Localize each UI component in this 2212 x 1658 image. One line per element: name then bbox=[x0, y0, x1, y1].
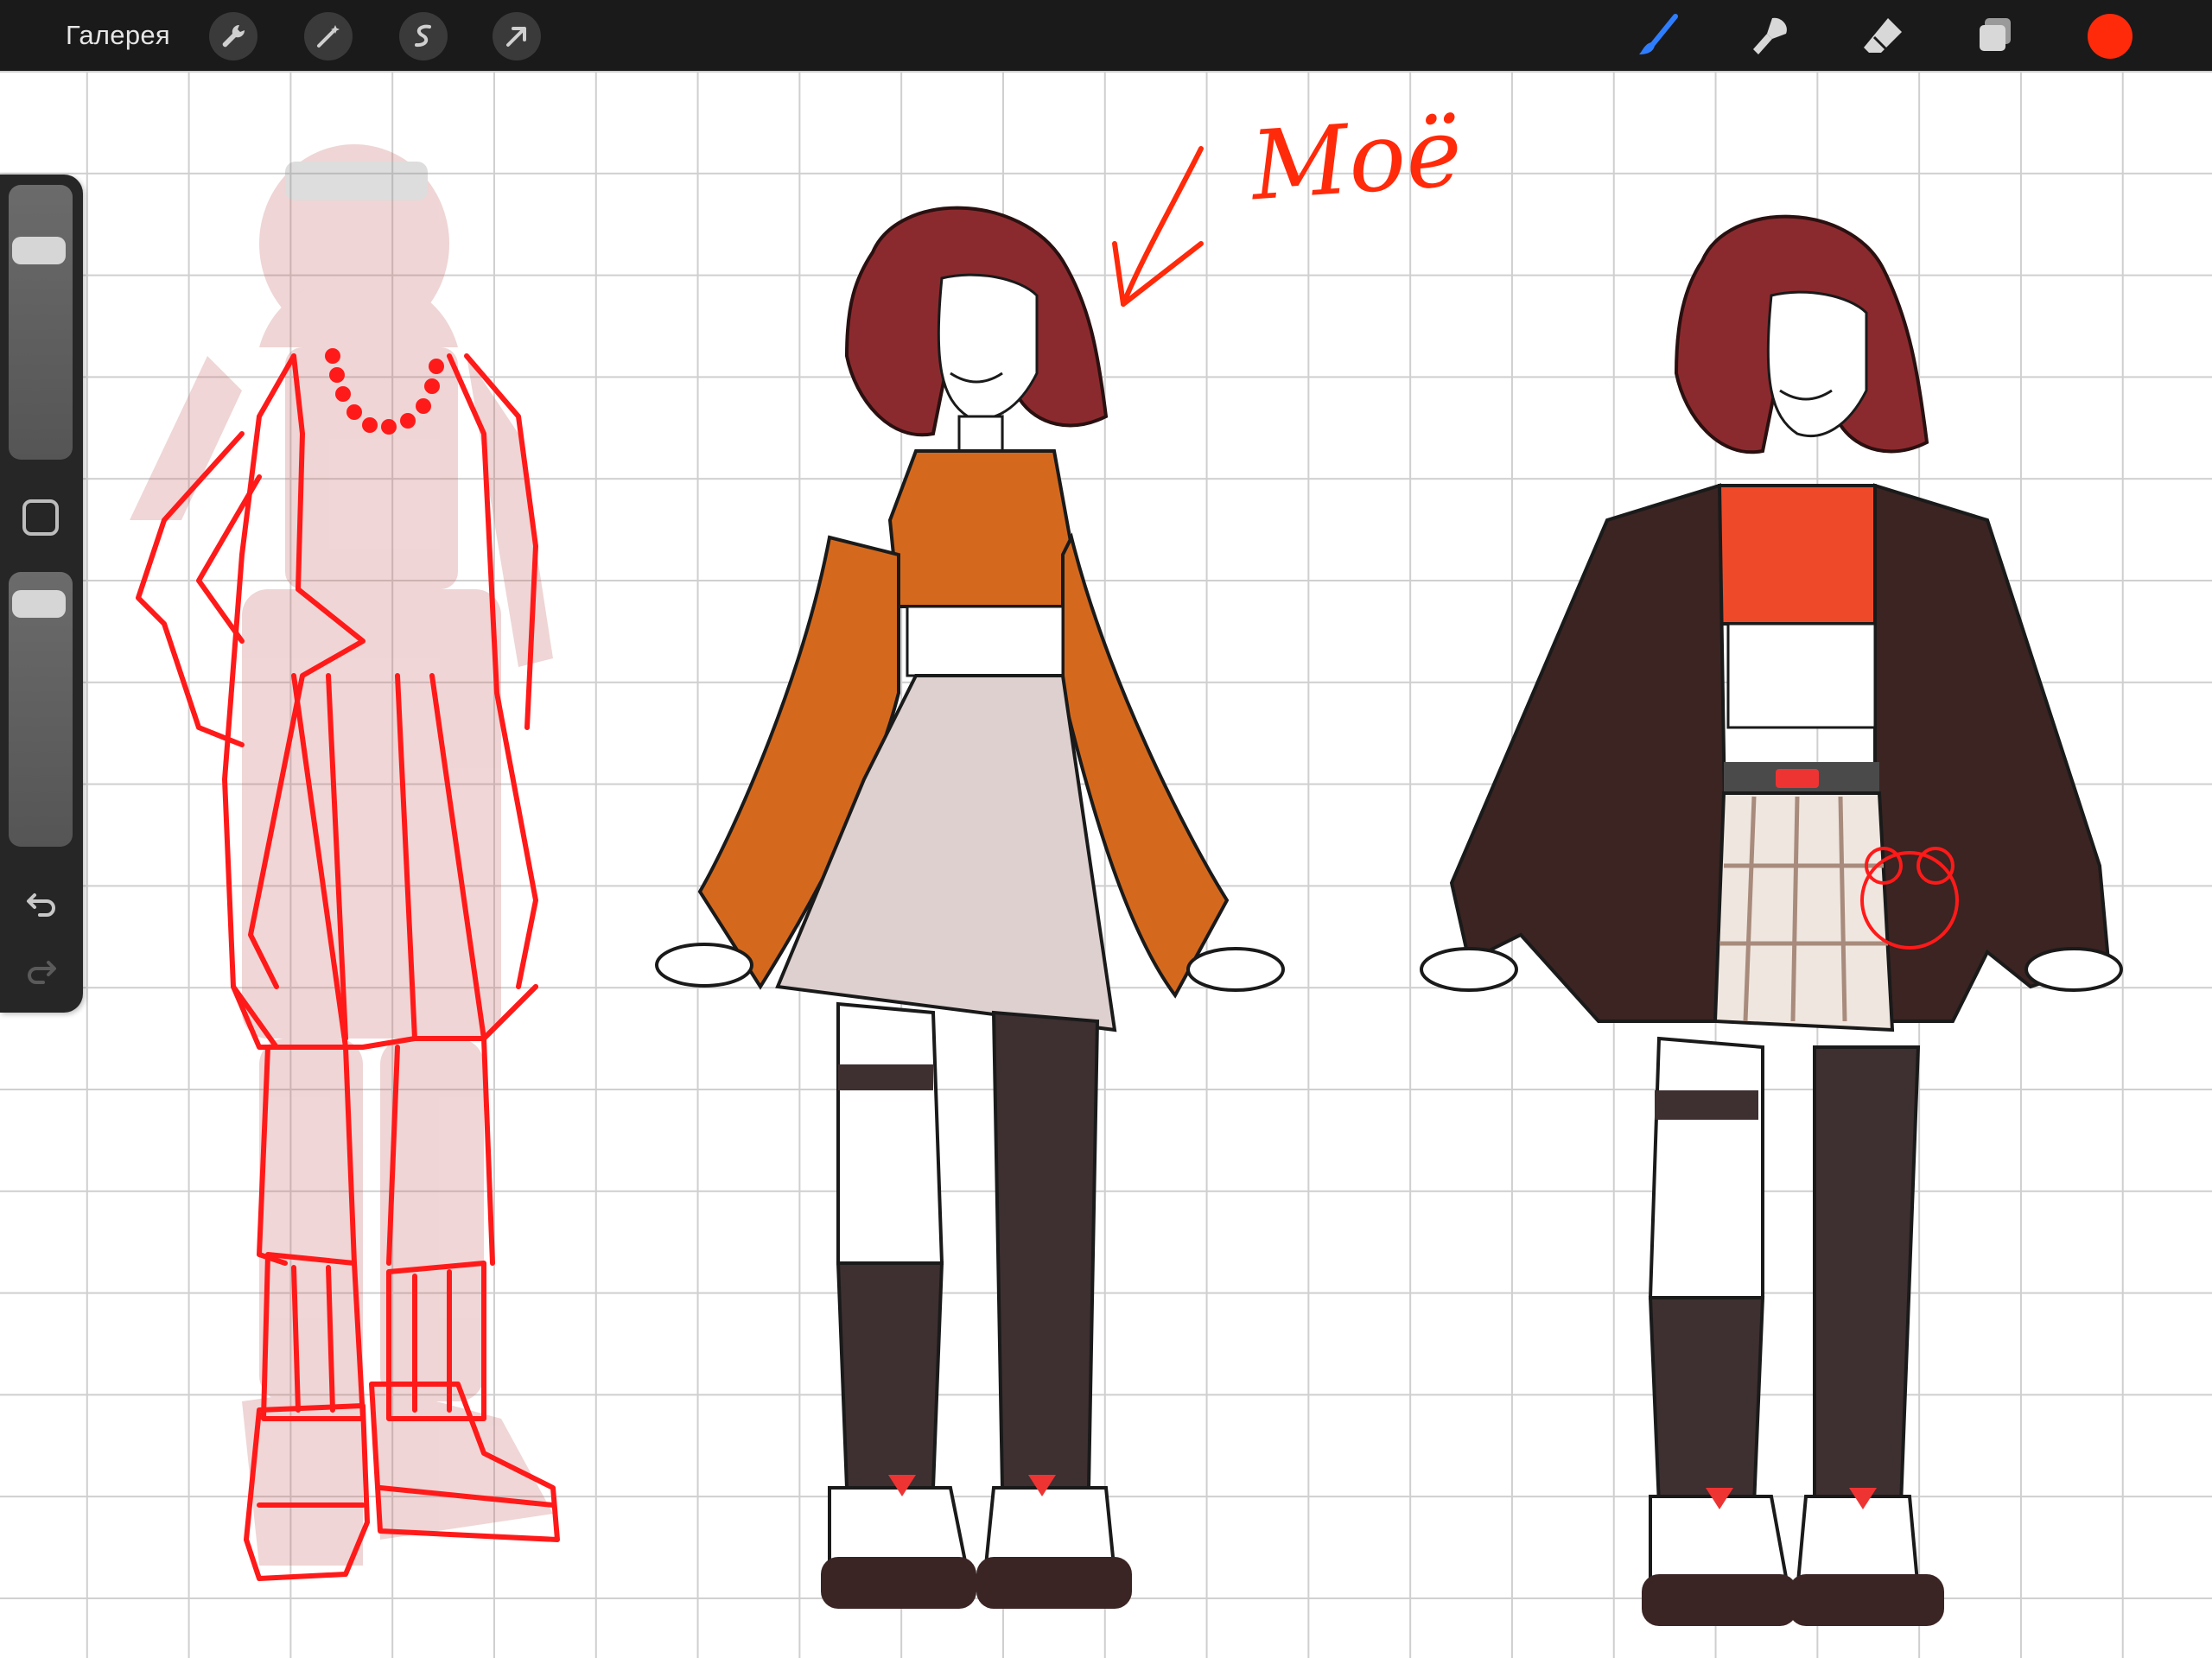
orange-top-outfit bbox=[655, 206, 1285, 1609]
top-toolbar: Галерея bbox=[0, 0, 2212, 71]
brush-size-handle[interactable] bbox=[12, 236, 66, 264]
drawing-canvas[interactable]: Моё bbox=[0, 71, 2212, 1658]
transform-arrow-icon bbox=[506, 27, 526, 47]
layers-tool[interactable] bbox=[1968, 9, 2022, 62]
brush-icon bbox=[1639, 14, 1678, 54]
undo-icon bbox=[27, 893, 55, 917]
opacity-handle[interactable] bbox=[12, 589, 66, 618]
jacket-outfit bbox=[1420, 214, 2123, 1626]
opacity-slider[interactable] bbox=[9, 572, 73, 847]
annotation-arrow bbox=[1112, 146, 1204, 307]
left-sidebar bbox=[0, 175, 83, 1013]
layers-icon bbox=[1980, 18, 2011, 51]
modify-button[interactable] bbox=[22, 499, 59, 536]
color-picker-button[interactable] bbox=[2088, 14, 2133, 59]
artwork bbox=[130, 144, 2123, 1626]
eraser-tool[interactable] bbox=[1856, 9, 1910, 62]
brush-size-slider[interactable] bbox=[9, 185, 73, 460]
redo-button[interactable] bbox=[19, 949, 64, 994]
wrench-icon bbox=[222, 24, 245, 48]
gallery-button[interactable]: Галерея bbox=[66, 0, 170, 71]
selection-icon bbox=[415, 24, 431, 48]
eraser-icon bbox=[1864, 18, 1902, 53]
magic-wand-icon bbox=[317, 25, 340, 48]
redo-icon bbox=[28, 961, 56, 984]
smudge-icon bbox=[1753, 17, 1787, 54]
annotation-text: Моё bbox=[1247, 96, 1466, 222]
transform-button[interactable] bbox=[493, 12, 541, 60]
actions-button[interactable] bbox=[209, 12, 257, 60]
adjustments-button[interactable] bbox=[304, 12, 353, 60]
selection-button[interactable] bbox=[399, 12, 448, 60]
undo-button[interactable] bbox=[19, 881, 64, 926]
smudge-tool[interactable] bbox=[1744, 9, 1797, 62]
brush-tool[interactable] bbox=[1631, 9, 1685, 62]
reference-sketch bbox=[130, 144, 560, 1581]
